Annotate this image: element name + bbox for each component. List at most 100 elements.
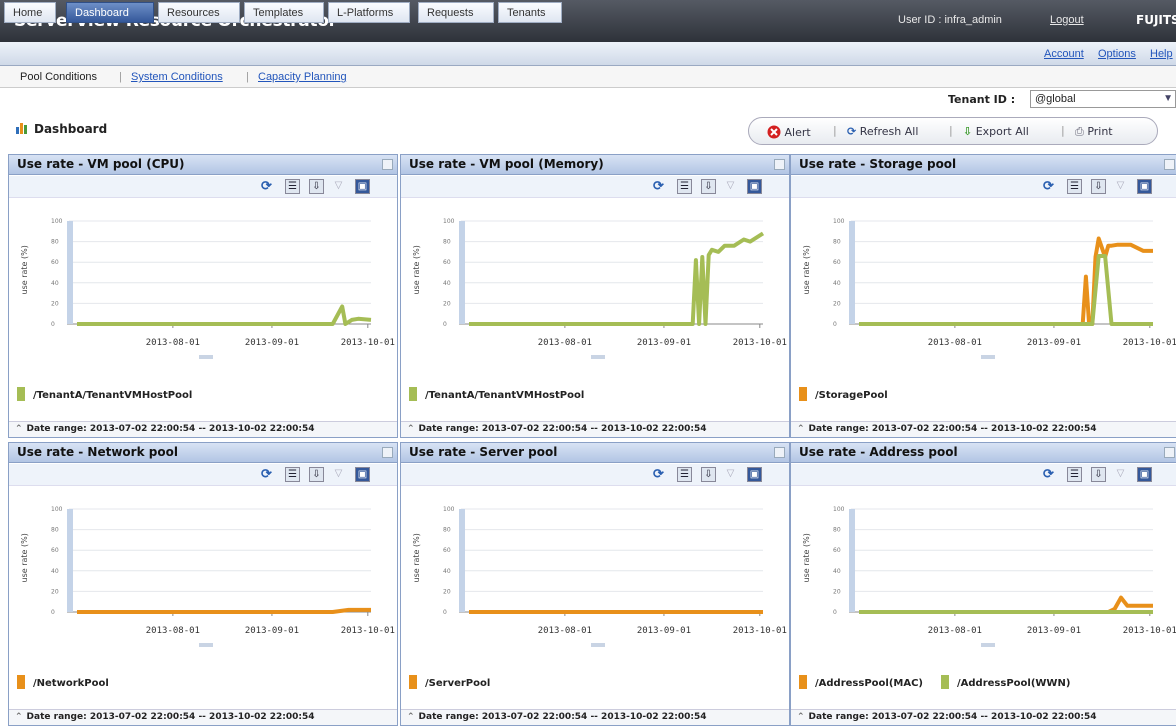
export-icon[interactable]: ⇩ [1091, 179, 1106, 194]
y-axis-label: use rate (%) [802, 533, 811, 582]
range-start-band [849, 509, 855, 612]
table-view-icon[interactable]: ☰ [677, 467, 692, 482]
scroll-handle[interactable] [591, 643, 605, 647]
maximize-icon[interactable] [1164, 447, 1175, 458]
chart-svg: 0 20 40 60 80 100 use rate (%) 2013-08-01 2013-0… [20, 218, 395, 359]
y-tick-label: 40 [833, 280, 841, 287]
legend-label: /ServerPool [425, 678, 491, 689]
page-title-text: Dashboard [34, 122, 108, 136]
export-icon[interactable]: ⇩ [309, 467, 324, 482]
collapse-icon[interactable]: ⌃ [407, 712, 415, 722]
x-tick-label: 2013-08-01 [538, 338, 592, 348]
tab-templates[interactable]: Templates [244, 2, 324, 23]
save-icon[interactable]: ▣ [355, 179, 370, 194]
y-tick-label: 40 [51, 568, 59, 575]
scroll-handle[interactable] [199, 643, 213, 647]
filter-icon[interactable]: ▽ [1113, 179, 1128, 194]
y-tick-label: 0 [443, 609, 447, 616]
export-icon[interactable]: ⇩ [309, 179, 324, 194]
refresh-icon[interactable]: ⟳ [651, 467, 666, 482]
chart-panel: Use rate - Storage pool ⟳ ☰ ⇩ ▽ ▣ 0 20 40 60 80 100… [790, 154, 1176, 438]
filter-icon[interactable]: ▽ [331, 179, 346, 194]
scroll-handle[interactable] [981, 643, 995, 647]
refresh-icon[interactable]: ⟳ [259, 467, 274, 482]
options-link[interactable]: Options [1098, 48, 1136, 60]
collapse-icon[interactable]: ⌃ [797, 424, 805, 434]
print-button[interactable]: ⎙ Print [1075, 125, 1113, 139]
scroll-handle[interactable] [981, 355, 995, 359]
tab-resources[interactable]: Resources [158, 2, 240, 23]
save-icon[interactable]: ▣ [747, 467, 762, 482]
filter-icon[interactable]: ▽ [723, 467, 738, 482]
tab-l-platforms[interactable]: L-Platforms [328, 2, 410, 23]
export-all-button[interactable]: ⇩ Export All [963, 125, 1029, 138]
tab-home[interactable]: Home [4, 2, 56, 23]
legend-item: /ServerPool [409, 675, 491, 689]
export-icon[interactable]: ⇩ [701, 467, 716, 482]
save-icon[interactable]: ▣ [1137, 179, 1152, 194]
subnav-capacity-planning[interactable]: Capacity Planning [258, 71, 347, 83]
y-axis-label: use rate (%) [802, 245, 811, 294]
help-link[interactable]: Help [1150, 48, 1173, 60]
save-icon[interactable]: ▣ [355, 467, 370, 482]
y-tick-label: 20 [443, 300, 451, 307]
filter-icon[interactable]: ▽ [331, 467, 346, 482]
legend-label: /AddressPool(WWN) [957, 678, 1071, 689]
subnav-pool-conditions[interactable]: Pool Conditions [20, 71, 97, 83]
subnav-system-conditions[interactable]: System Conditions [131, 71, 223, 83]
refresh-all-button[interactable]: ⟳ Refresh All [847, 125, 918, 138]
maximize-icon[interactable] [1164, 159, 1175, 170]
x-tick-label: 2013-08-01 [928, 626, 982, 636]
export-icon[interactable]: ⇩ [1091, 467, 1106, 482]
account-link[interactable]: Account [1044, 48, 1084, 60]
export-icon[interactable]: ⇩ [701, 179, 716, 194]
legend-item: /NetworkPool [17, 675, 109, 689]
y-tick-label: 60 [51, 547, 59, 554]
tenant-id-select[interactable]: @global ▼ [1030, 90, 1176, 108]
legend-item: /TenantA/TenantVMHostPool [409, 387, 584, 401]
table-view-icon[interactable]: ☰ [285, 467, 300, 482]
chart-svg: 0 20 40 60 80 100 use rate (%) 2013-08-01 2013-0… [20, 506, 395, 647]
scroll-handle[interactable] [591, 355, 605, 359]
logout-link[interactable]: Logout [1050, 14, 1084, 26]
table-view-icon[interactable]: ☰ [1067, 467, 1082, 482]
x-tick-label: 2013-08-01 [146, 338, 200, 348]
table-view-icon[interactable]: ☰ [285, 179, 300, 194]
maximize-icon[interactable] [382, 159, 393, 170]
tab-requests[interactable]: Requests [418, 2, 494, 23]
panel-toolbar: ⟳ ☰ ⇩ ▽ ▣ [401, 464, 789, 486]
chart-panel: Use rate - VM pool (CPU) ⟳ ☰ ⇩ ▽ ▣ 0 20 40 60 80 10… [8, 154, 398, 438]
collapse-icon[interactable]: ⌃ [15, 712, 23, 722]
refresh-icon[interactable]: ⟳ [1041, 179, 1056, 194]
x-tick-label: 2013-10-01 [341, 338, 395, 348]
scroll-handle[interactable] [199, 355, 213, 359]
main-nav [0, 42, 1176, 66]
save-icon[interactable]: ▣ [747, 179, 762, 194]
filter-icon[interactable]: ▽ [723, 179, 738, 194]
maximize-icon[interactable] [382, 447, 393, 458]
series-line [77, 304, 372, 326]
y-tick-label: 80 [51, 239, 59, 246]
maximize-icon[interactable] [774, 447, 785, 458]
table-view-icon[interactable]: ☰ [1067, 179, 1082, 194]
toolbar-separator: | [833, 124, 837, 137]
refresh-icon[interactable]: ⟳ [1041, 467, 1056, 482]
tab-tenants[interactable]: Tenants [498, 2, 562, 23]
refresh-icon[interactable]: ⟳ [259, 179, 274, 194]
collapse-icon[interactable]: ⌃ [15, 424, 23, 434]
maximize-icon[interactable] [774, 159, 785, 170]
chart-legend: /TenantA/TenantVMHostPool [409, 387, 602, 401]
save-icon[interactable]: ▣ [1137, 467, 1152, 482]
legend-swatch [409, 675, 417, 689]
tab-dashboard[interactable]: Dashboard [66, 2, 154, 23]
user-id: User ID : infra_admin [898, 14, 1002, 26]
collapse-icon[interactable]: ⌃ [407, 424, 415, 434]
legend-label: /TenantA/TenantVMHostPool [33, 390, 193, 401]
refresh-icon[interactable]: ⟳ [651, 179, 666, 194]
collapse-icon[interactable]: ⌃ [797, 712, 805, 722]
date-range-bar: ⌃ Date range: 2013-07-02 22:00:54 -- 2013… [401, 421, 789, 437]
filter-icon[interactable]: ▽ [1113, 467, 1128, 482]
alert-button[interactable]: Alert [767, 125, 811, 139]
chart-legend: /TenantA/TenantVMHostPool [17, 387, 210, 401]
table-view-icon[interactable]: ☰ [677, 179, 692, 194]
